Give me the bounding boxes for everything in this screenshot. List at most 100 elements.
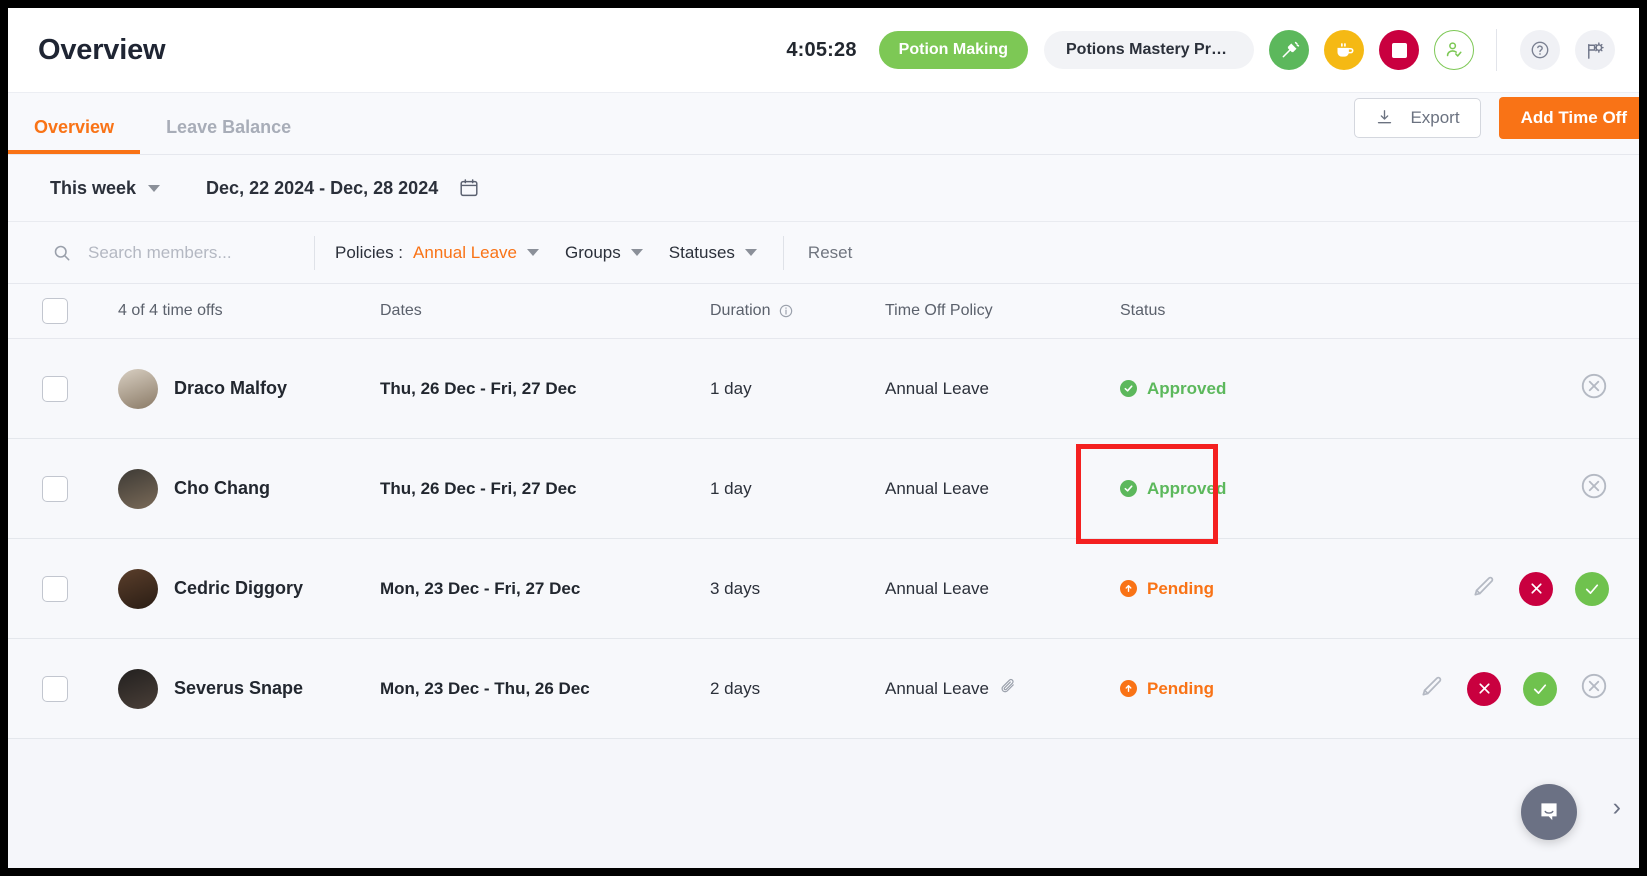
calendar-picker-button[interactable] xyxy=(458,177,480,199)
date-range-label[interactable]: Dec, 22 2024 - Dec, 28 2024 xyxy=(206,178,438,199)
export-button[interactable]: Export xyxy=(1354,97,1481,138)
policy-name: Annual Leave xyxy=(885,578,989,598)
row-checkbox-cell[interactable] xyxy=(8,375,90,402)
row-checkbox-cell[interactable] xyxy=(8,475,90,502)
policy-cell: Annual Leave xyxy=(885,479,1120,499)
pending-status-icon xyxy=(1120,580,1137,597)
stop-tracking-button[interactable] xyxy=(1379,30,1419,70)
filter-groups[interactable]: Groups xyxy=(565,243,643,263)
row-checkbox-cell[interactable] xyxy=(8,675,90,702)
tab-overview-label: Overview xyxy=(34,117,115,137)
tab-overview[interactable]: Overview xyxy=(8,93,141,154)
dates-cell: Thu, 26 Dec - Fri, 27 Dec xyxy=(380,478,577,498)
table-row[interactable]: Severus Snape Mon, 23 Dec - Thu, 26 Dec 2 … xyxy=(8,639,1639,739)
help-button[interactable] xyxy=(1520,30,1560,70)
row-actions xyxy=(1370,571,1639,606)
tab-bar: Overview Leave Balance Export Add Time O… xyxy=(8,93,1639,155)
panel-expand-chevron-icon[interactable]: › xyxy=(1613,795,1621,820)
chat-launcher-button[interactable] xyxy=(1521,784,1577,840)
question-mark-icon xyxy=(1531,41,1549,59)
row-checkbox[interactable] xyxy=(42,675,68,702)
stop-icon xyxy=(1391,42,1407,58)
row-checkbox[interactable] xyxy=(42,475,68,502)
status-badge: Approved xyxy=(1147,478,1227,498)
break-icon-button[interactable] xyxy=(1324,30,1364,70)
tab-leave-balance-label: Leave Balance xyxy=(166,117,292,137)
status-cell: Approved xyxy=(1120,479,1370,499)
download-icon xyxy=(1378,110,1392,124)
member-name: Draco Malfoy xyxy=(174,378,288,398)
add-time-off-button[interactable]: Add Time Off xyxy=(1498,96,1639,139)
attachment-icon[interactable] xyxy=(999,677,1017,700)
status-badge: Pending xyxy=(1147,678,1215,698)
edit-pencil-icon[interactable] xyxy=(1419,673,1445,704)
header-divider xyxy=(1496,29,1497,71)
approve-icon[interactable] xyxy=(1523,671,1557,706)
cancel-outline-icon[interactable] xyxy=(1579,371,1609,406)
row-checkbox-cell[interactable] xyxy=(8,575,90,602)
duration-cell: 2 days xyxy=(710,678,761,698)
period-label: This week xyxy=(50,177,137,198)
table-row[interactable]: Cho Chang Thu, 26 Dec - Fri, 27 Dec 1 day A… xyxy=(8,439,1639,539)
column-header-policy[interactable]: Time Off Policy xyxy=(885,302,1120,320)
tab-leave-balance[interactable]: Leave Balance xyxy=(140,93,317,154)
flag-gear-icon xyxy=(1587,41,1604,59)
status-cell: Pending xyxy=(1120,679,1370,699)
current-task-pill[interactable]: Potion Making xyxy=(878,31,1028,69)
tab-list: Overview Leave Balance xyxy=(8,93,317,154)
select-all-checkbox[interactable] xyxy=(42,298,68,324)
table-row[interactable]: Cedric Diggory Mon, 23 Dec - Fri, 27 Dec 3… xyxy=(8,539,1639,639)
member-cell[interactable]: Draco Malfoy xyxy=(90,368,380,409)
member-cell[interactable]: Cedric Diggory xyxy=(90,568,380,609)
column-header-duration[interactable]: Duration xyxy=(710,302,885,320)
duration-cell: 3 days xyxy=(710,578,761,598)
filter-policies[interactable]: Policies : Annual Leave xyxy=(335,242,540,263)
row-actions xyxy=(1370,671,1639,706)
table-body: Draco Malfoy Thu, 26 Dec - Fri, 27 Dec 1 d… xyxy=(8,339,1639,739)
tracker-icon-button[interactable] xyxy=(1269,30,1309,70)
header-right-cluster: 4:05:28 Potion Making Potions Mastery Pr… xyxy=(786,29,1639,71)
row-checkbox[interactable] xyxy=(42,575,68,602)
avatar xyxy=(118,468,158,509)
avatar xyxy=(118,668,158,709)
cancel-outline-icon[interactable] xyxy=(1579,671,1609,706)
select-all-checkbox-cell[interactable] xyxy=(8,298,90,324)
column-header-status[interactable]: Status xyxy=(1120,302,1370,320)
member-name: Cho Chang xyxy=(174,478,270,498)
row-actions xyxy=(1370,371,1639,406)
period-dropdown[interactable]: This week xyxy=(50,177,161,199)
current-project-pill[interactable]: Potions Mastery Progr... xyxy=(1044,31,1254,69)
policies-value: Annual Leave xyxy=(413,242,518,262)
policy-name: Annual Leave xyxy=(885,378,989,398)
cancel-outline-icon[interactable] xyxy=(1579,471,1609,506)
column-header-dates[interactable]: Dates xyxy=(380,302,710,320)
info-icon xyxy=(780,304,793,318)
reset-filters-link[interactable]: Reset xyxy=(808,243,852,263)
top-header: Overview 4:05:28 Potion Making Potions M… xyxy=(8,8,1639,93)
member-cell[interactable]: Severus Snape xyxy=(90,668,380,709)
settings-button[interactable] xyxy=(1575,30,1615,70)
search-box[interactable] xyxy=(52,242,314,263)
filter-divider-right xyxy=(782,235,784,270)
attendance-status-button[interactable] xyxy=(1434,30,1474,70)
app-window: Overview 4:05:28 Potion Making Potions M… xyxy=(8,8,1639,868)
dates-cell: Thu, 26 Dec - Fri, 27 Dec xyxy=(380,378,577,398)
reject-icon[interactable] xyxy=(1519,571,1553,606)
approve-icon[interactable] xyxy=(1575,571,1609,606)
search-input[interactable] xyxy=(88,242,298,263)
chevron-down-icon xyxy=(148,184,161,192)
approved-status-icon xyxy=(1120,380,1137,397)
user-check-icon xyxy=(1446,42,1462,57)
export-label: Export xyxy=(1410,107,1460,127)
filter-statuses[interactable]: Statuses xyxy=(669,243,757,263)
chevron-down-icon xyxy=(527,249,540,256)
table-row[interactable]: Draco Malfoy Thu, 26 Dec - Fri, 27 Dec 1 d… xyxy=(8,339,1639,439)
edit-pencil-icon[interactable] xyxy=(1471,573,1497,604)
row-checkbox[interactable] xyxy=(42,375,68,402)
reject-icon[interactable] xyxy=(1467,671,1501,706)
policy-cell: Annual Leave xyxy=(885,677,1120,700)
date-filter-row: This week Dec, 22 2024 - Dec, 28 2024 xyxy=(8,155,1639,221)
member-cell[interactable]: Cho Chang xyxy=(90,468,380,509)
approved-status-icon xyxy=(1120,480,1137,497)
page-title: Overview xyxy=(38,33,166,66)
